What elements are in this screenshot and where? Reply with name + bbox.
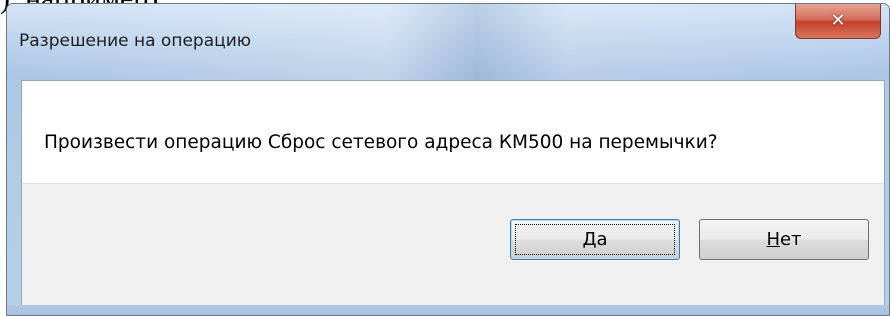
window-bottom-border <box>7 305 889 315</box>
yes-button[interactable]: Да <box>510 219 680 260</box>
dialog-content: Произвести операцию Сброс сетевого адрес… <box>21 80 885 306</box>
no-button-label: Нет <box>766 229 801 250</box>
yes-label-rest: а <box>596 229 608 250</box>
screenshot-root: ), например) Разрешение на операцию ✕ Пр… <box>0 0 892 316</box>
yes-accelerator: Д <box>582 229 597 250</box>
dialog-message: Произвести операцию Сброс сетевого адрес… <box>44 132 718 153</box>
confirmation-dialog: Разрешение на операцию ✕ Произвести опер… <box>6 3 890 316</box>
title-bar[interactable]: Разрешение на операцию ✕ <box>7 4 889 80</box>
close-button[interactable]: ✕ <box>795 4 881 39</box>
button-bar: Да Нет <box>22 183 884 306</box>
no-button[interactable]: Нет <box>699 219 869 260</box>
message-area: Произвести операцию Сброс сетевого адрес… <box>22 81 884 183</box>
close-icon: ✕ <box>830 9 846 31</box>
yes-button-label: Да <box>582 229 607 250</box>
no-label-rest: ет <box>779 229 802 250</box>
no-accelerator: Н <box>766 229 780 250</box>
dialog-title: Разрешение на операцию <box>19 31 252 51</box>
